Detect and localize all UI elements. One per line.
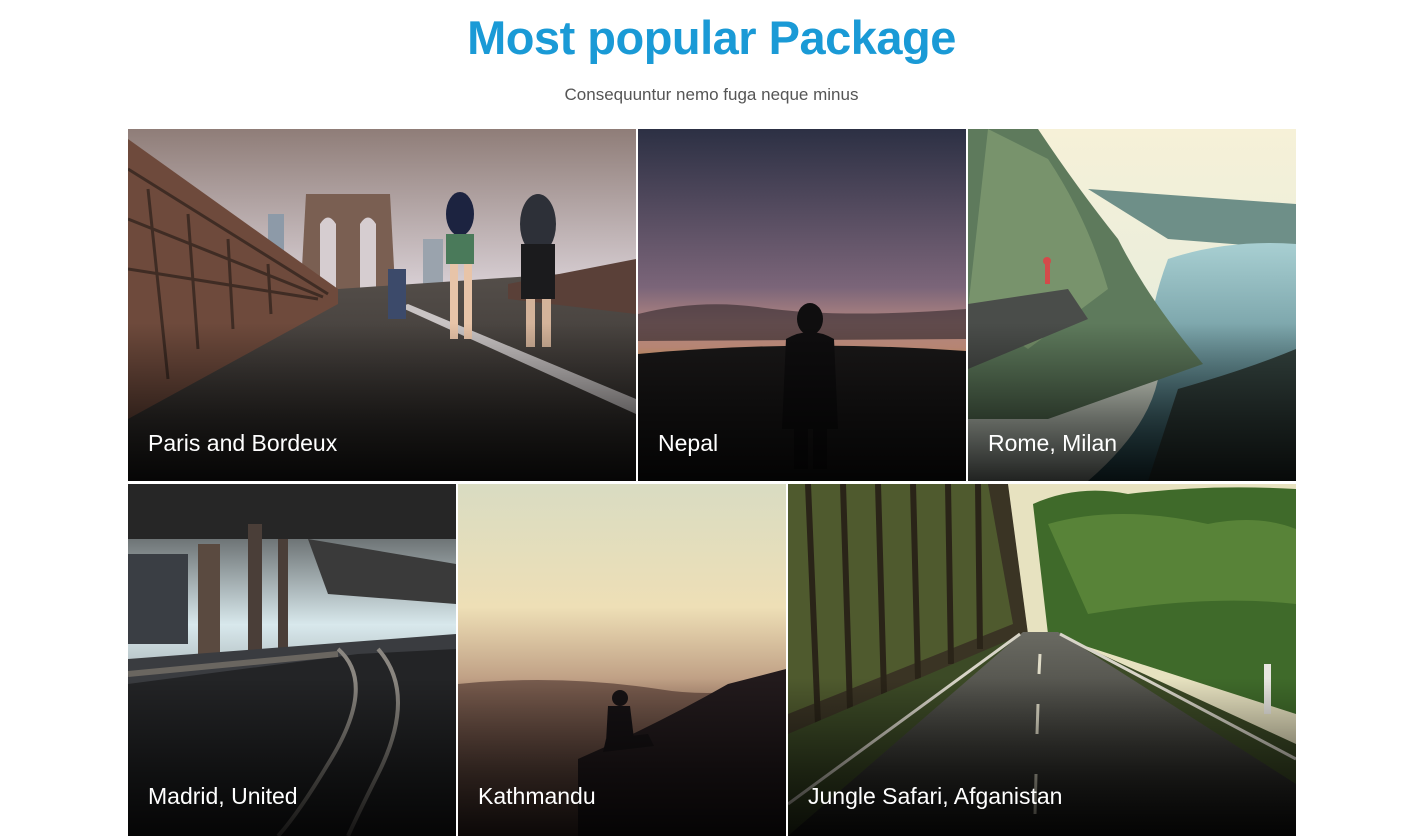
package-label: Paris and Bordeux xyxy=(148,430,338,456)
section-subtitle: Consequuntur nemo fuga neque minus xyxy=(564,85,859,104)
package-card-kathmandu[interactable]: Kathmandu xyxy=(458,484,786,836)
package-card-nepal[interactable]: Nepal xyxy=(638,129,966,481)
package-label: Nepal xyxy=(658,430,719,456)
package-card-madrid-united[interactable]: Madrid, United xyxy=(128,484,456,836)
section-title: Most popular Package xyxy=(467,11,956,64)
package-card-jungle-safari[interactable]: Jungle Safari, Afganistan xyxy=(788,484,1296,836)
package-label: Rome, Milan xyxy=(988,430,1118,456)
package-card-paris-and-bordeux[interactable]: Paris and Bordeux xyxy=(128,129,636,481)
package-card-rome-milan[interactable]: Rome, Milan xyxy=(968,129,1296,481)
